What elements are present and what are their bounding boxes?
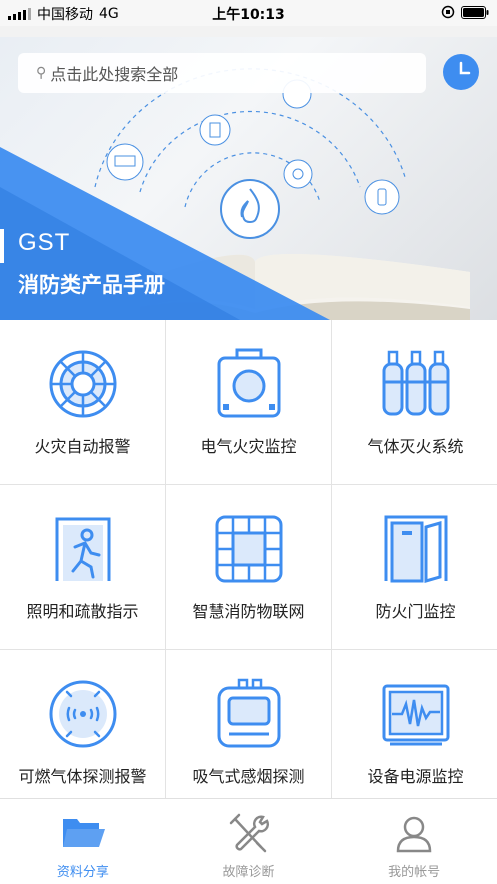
category-label: 智慧消防物联网 bbox=[192, 602, 305, 621]
aspirating-smoke-detector-icon bbox=[217, 678, 280, 748]
tab-diagnosis[interactable]: 故障诊断 bbox=[166, 799, 332, 884]
category-label: 可燃气体探测报警 bbox=[18, 767, 147, 786]
category-label: 吸气式感烟探测 bbox=[192, 767, 305, 786]
category-label: 设备电源监控 bbox=[367, 767, 464, 786]
tab-label: 故障诊断 bbox=[222, 865, 275, 880]
tab-label: 我的帐号 bbox=[388, 865, 441, 880]
history-button[interactable] bbox=[443, 54, 479, 90]
tab-account[interactable]: 我的帐号 bbox=[331, 799, 497, 884]
folder-icon bbox=[62, 819, 105, 847]
hero-banner: ⚲ 点击此处搜索全部 GST 消防类产品手册 bbox=[0, 37, 497, 320]
category-evacuation[interactable]: 照明和疏散指示 bbox=[0, 485, 165, 649]
category-power-monitor[interactable]: 设备电源监控 bbox=[332, 650, 497, 800]
search-placeholder: 点击此处搜索全部 bbox=[50, 65, 179, 84]
category-label: 气体灭火系统 bbox=[367, 437, 464, 456]
category-label: 防火门监控 bbox=[375, 602, 456, 621]
category-fire-door[interactable]: 防火门监控 bbox=[332, 485, 497, 649]
status-time: 上午10:13 bbox=[212, 7, 285, 23]
category-label: 照明和疏散指示 bbox=[26, 602, 139, 621]
brand-subtitle: 消防类产品手册 bbox=[18, 273, 165, 297]
brand-title: GST bbox=[18, 229, 71, 256]
power-monitor-icon bbox=[382, 684, 449, 746]
evacuation-exit-icon bbox=[55, 517, 110, 581]
tools-icon bbox=[229, 813, 269, 853]
gas-detector-icon bbox=[49, 680, 116, 748]
electrical-monitor-icon bbox=[217, 348, 280, 418]
fire-alarm-detector-icon bbox=[49, 350, 116, 418]
category-gas-detection[interactable]: 可燃气体探测报警 bbox=[0, 650, 165, 800]
category-smart-iot[interactable]: 智慧消防物联网 bbox=[166, 485, 331, 649]
search-icon: ⚲ bbox=[36, 65, 47, 81]
user-icon bbox=[396, 816, 432, 853]
tab-label: 资料分享 bbox=[56, 865, 109, 880]
iot-grid-icon bbox=[215, 515, 282, 583]
category-label: 火灾自动报警 bbox=[34, 437, 131, 456]
category-gas-extinguishing[interactable]: 气体灭火系统 bbox=[332, 320, 497, 484]
battery-icon bbox=[461, 5, 489, 19]
category-fire-alarm[interactable]: 火灾自动报警 bbox=[0, 320, 165, 484]
gas-cylinders-icon bbox=[382, 350, 449, 416]
category-grid: 火灾自动报警 电气火灾监控 气体灭火系统 照明和疏散指示 智慧消防物联网 防火门… bbox=[0, 320, 497, 800]
clock-icon bbox=[459, 61, 471, 75]
category-electrical-monitor[interactable]: 电气火灾监控 bbox=[166, 320, 331, 484]
search-input[interactable]: ⚲ 点击此处搜索全部 bbox=[18, 53, 426, 93]
fire-door-icon bbox=[384, 515, 447, 583]
category-label: 电气火灾监控 bbox=[200, 437, 297, 456]
tab-bar: 资料分享 故障诊断 我的帐号 bbox=[0, 798, 497, 884]
category-aspirating-smoke[interactable]: 吸气式感烟探测 bbox=[166, 650, 331, 800]
status-bar: 中国移动 4G 上午10:13 bbox=[0, 0, 497, 26]
brand-accent-bar bbox=[0, 229, 4, 263]
tab-resources[interactable]: 资料分享 bbox=[0, 799, 166, 884]
orientation-lock-icon bbox=[441, 5, 455, 19]
